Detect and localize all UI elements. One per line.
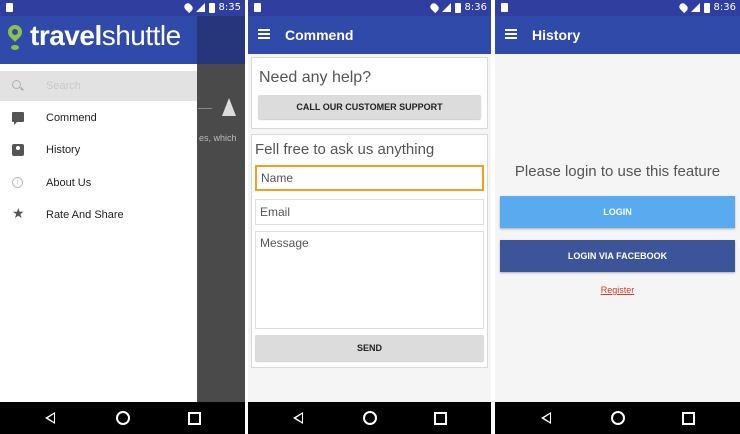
help-card: Need any help? CALL OUR CUSTOMER SUPPORT <box>251 57 488 129</box>
logo-pin-base <box>11 45 19 50</box>
drawer-item-rate-and-share[interactable]: ★ Rate And Share <box>0 202 197 230</box>
system-nav-bar <box>495 402 740 434</box>
page-title: History <box>532 27 581 43</box>
drawer-item-about-us[interactable]: i About Us <box>0 170 197 198</box>
location-icon <box>428 1 440 14</box>
battery-icon <box>208 2 215 13</box>
help-heading: Need any help? <box>259 69 372 86</box>
clock: 8:35 <box>218 2 241 13</box>
comment-icon <box>12 112 24 125</box>
recent-apps-icon[interactable] <box>434 412 447 425</box>
drawer-search[interactable]: Search <box>0 71 197 101</box>
email-field[interactable]: Email <box>255 199 484 225</box>
battery-icon <box>703 2 710 13</box>
status-bar: 8:35 <box>0 0 245 16</box>
sd-card-icon <box>254 3 261 12</box>
clock: 8:36 <box>713 2 736 13</box>
drawer-item-label: About Us <box>46 177 92 189</box>
drawer-item-history[interactable]: History <box>0 137 197 165</box>
system-nav-bar <box>0 402 245 434</box>
history-icon <box>12 144 24 156</box>
logo-pin-icon <box>5 22 25 42</box>
status-bar: 8:36 <box>495 0 740 16</box>
login-required-message: Please login to use this feature <box>514 163 721 180</box>
drawer-item-commend[interactable]: Commend <box>0 105 197 133</box>
sd-card-icon <box>6 3 13 12</box>
drawer-item-label: History <box>46 144 81 156</box>
system-nav-bar <box>248 402 491 434</box>
message-field[interactable]: Message <box>255 231 484 329</box>
ask-heading: Fell free to ask us anything <box>255 141 435 158</box>
contact-form-card: Fell free to ask us anything Name Email … <box>251 134 488 368</box>
commend-screen: 8:36 Commend Need any help? CALL OUR CUS… <box>248 0 491 434</box>
star-icon: ★ <box>12 205 25 221</box>
back-icon[interactable] <box>45 412 55 424</box>
signal-icon <box>690 3 700 12</box>
battery-icon <box>454 2 461 13</box>
register-link[interactable]: Register <box>495 285 740 295</box>
clock: 8:36 <box>464 2 487 13</box>
menu-icon[interactable] <box>505 29 517 39</box>
call-support-button[interactable]: CALL OUR CUSTOMER SUPPORT <box>258 95 481 119</box>
send-button[interactable]: SEND <box>255 335 484 361</box>
search-placeholder: Search <box>46 80 81 92</box>
location-icon <box>677 1 689 14</box>
menu-icon[interactable] <box>258 29 270 39</box>
page-title: Commend <box>285 27 354 43</box>
app-bar: History <box>495 16 740 54</box>
facebook-login-button[interactable]: LOGIN VIA FACEBOOK <box>500 240 735 272</box>
drawer-item-label: Commend <box>46 112 97 124</box>
history-screen: 8:36 History Please login to use this fe… <box>495 0 740 434</box>
recent-apps-icon[interactable] <box>682 412 695 425</box>
back-icon[interactable] <box>293 412 303 424</box>
login-button[interactable]: LOGIN <box>500 196 735 228</box>
location-icon <box>182 1 194 14</box>
name-field[interactable]: Name <box>255 165 484 191</box>
background-text: es, which <box>199 133 237 143</box>
search-icon <box>12 80 21 89</box>
navigation-drawer: travelshuttle Search Commend History i A… <box>0 16 197 402</box>
app-bar: Commend <box>248 16 491 54</box>
home-icon[interactable] <box>116 411 130 425</box>
map-line <box>198 108 212 109</box>
info-icon: i <box>12 177 23 188</box>
app-logo: travelshuttle <box>30 20 181 51</box>
drawer-screen: es, which 8:35 travelshuttle Search Comm… <box>0 0 245 434</box>
drawer-item-label: Rate And Share <box>46 209 124 221</box>
back-icon[interactable] <box>541 412 551 424</box>
home-icon[interactable] <box>611 411 625 425</box>
signal-icon <box>195 3 205 12</box>
navigation-arrow-icon <box>222 98 236 116</box>
sd-card-icon <box>501 3 508 12</box>
drawer-header: travelshuttle <box>0 16 197 64</box>
home-icon[interactable] <box>363 411 377 425</box>
signal-icon <box>441 3 451 12</box>
recent-apps-icon[interactable] <box>188 412 201 425</box>
status-bar: 8:36 <box>248 0 491 16</box>
